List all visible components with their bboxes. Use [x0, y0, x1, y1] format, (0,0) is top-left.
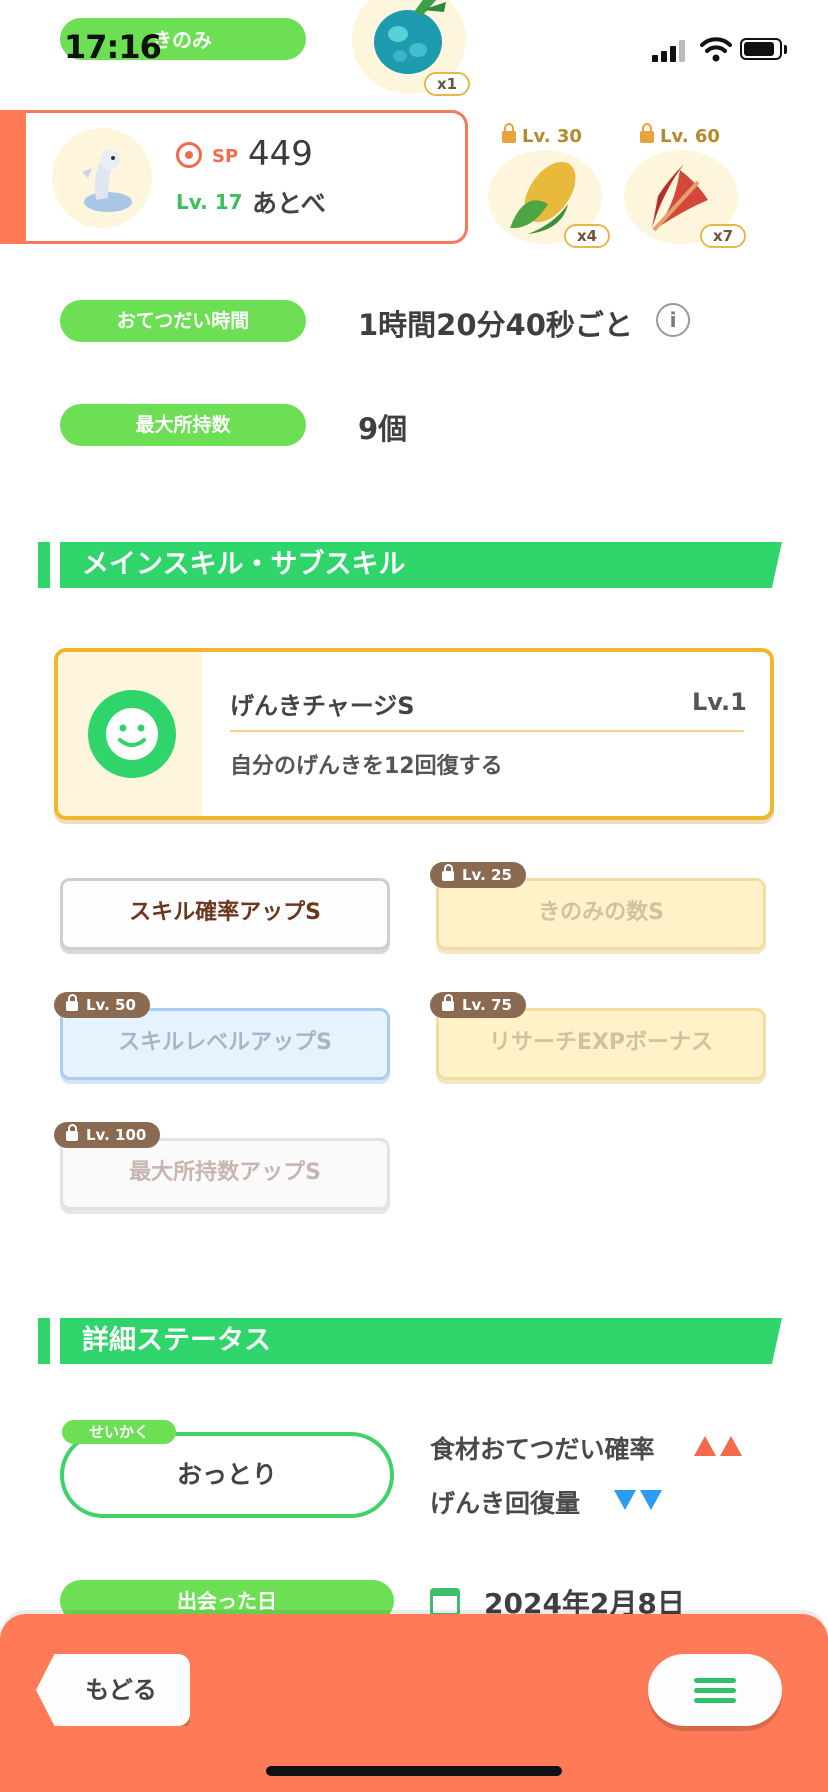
sub-skill-2[interactable]: きのみの数S: [436, 878, 766, 950]
battery-icon: [740, 38, 782, 60]
corn-berry-level: Lv. 30: [502, 123, 582, 147]
cacao-berry-level: Lv. 60: [640, 123, 720, 147]
down-arrows-icon: [614, 1490, 666, 1514]
main-berry-count: x1: [424, 72, 470, 96]
main-skill-level: Lv.1: [692, 688, 747, 716]
nature-effect-down: げんき回復量: [430, 1489, 581, 1518]
sub-skill-3[interactable]: スキルレベルアップS: [60, 1008, 390, 1080]
main-skill-name: げんきチャージS: [230, 692, 415, 720]
sub-skill-5[interactable]: 最大所持数アップS: [60, 1138, 390, 1210]
max-carry-label: 最大所持数: [60, 404, 306, 446]
lock-icon: [442, 994, 454, 1011]
max-carry-value: 9個: [358, 412, 408, 446]
lock-icon: [66, 1124, 78, 1141]
lock-icon: [442, 864, 454, 881]
menu-button[interactable]: [648, 1654, 782, 1726]
sub-skill-4[interactable]: リサーチEXPボーナス: [436, 1008, 766, 1080]
sub-skill-5-lock: Lv. 100: [54, 1122, 161, 1148]
nature-effect-up: 食材おてつだい確率: [430, 1435, 655, 1464]
berry-category-label: きのみ: [152, 28, 212, 52]
sp-value: 449: [248, 134, 313, 174]
pokemon-avatar: [52, 128, 152, 228]
corn-berry-count: x4: [564, 224, 610, 248]
sub-skill-3-lock: Lv. 50: [54, 992, 150, 1018]
nature-tag: せいかく: [62, 1420, 176, 1444]
lock-icon: [502, 123, 516, 143]
smile-icon: [88, 690, 176, 778]
lock-icon: [66, 994, 78, 1011]
status-time: 17:16: [64, 28, 162, 66]
help-time-label: おてつだい時間: [60, 300, 306, 342]
pokeball-icon: [176, 142, 202, 168]
home-indicator[interactable]: [266, 1766, 562, 1776]
skills-section-title: メインスキル・サブスキル: [60, 542, 782, 588]
wifi-icon: [700, 36, 732, 66]
sub-skill-4-lock: Lv. 75: [430, 992, 526, 1018]
nature-box[interactable]: おっとり: [60, 1432, 394, 1518]
cellular-signal-icon: [652, 40, 688, 62]
pokemon-level: Lv. 17: [176, 190, 243, 214]
cacao-berry-count: x7: [700, 224, 746, 248]
pokemon-nickname: あとべ: [252, 189, 326, 218]
up-arrows-icon: [694, 1436, 746, 1460]
calendar-icon: [430, 1588, 460, 1616]
details-section-title: 詳細ステータス: [60, 1318, 782, 1364]
hamburger-icon: [694, 1678, 736, 1683]
back-button[interactable]: もどる: [36, 1654, 190, 1726]
help-time-value: 1時間20分40秒ごと: [358, 308, 633, 342]
lock-icon: [640, 123, 654, 143]
sp-label: SP: [212, 146, 239, 167]
main-skill-description: 自分のげんきを12回復する: [230, 754, 503, 779]
sub-skill-1[interactable]: スキル確率アップS: [60, 878, 390, 950]
info-icon[interactable]: i: [656, 303, 690, 337]
sub-skill-2-lock: Lv. 25: [430, 862, 526, 888]
